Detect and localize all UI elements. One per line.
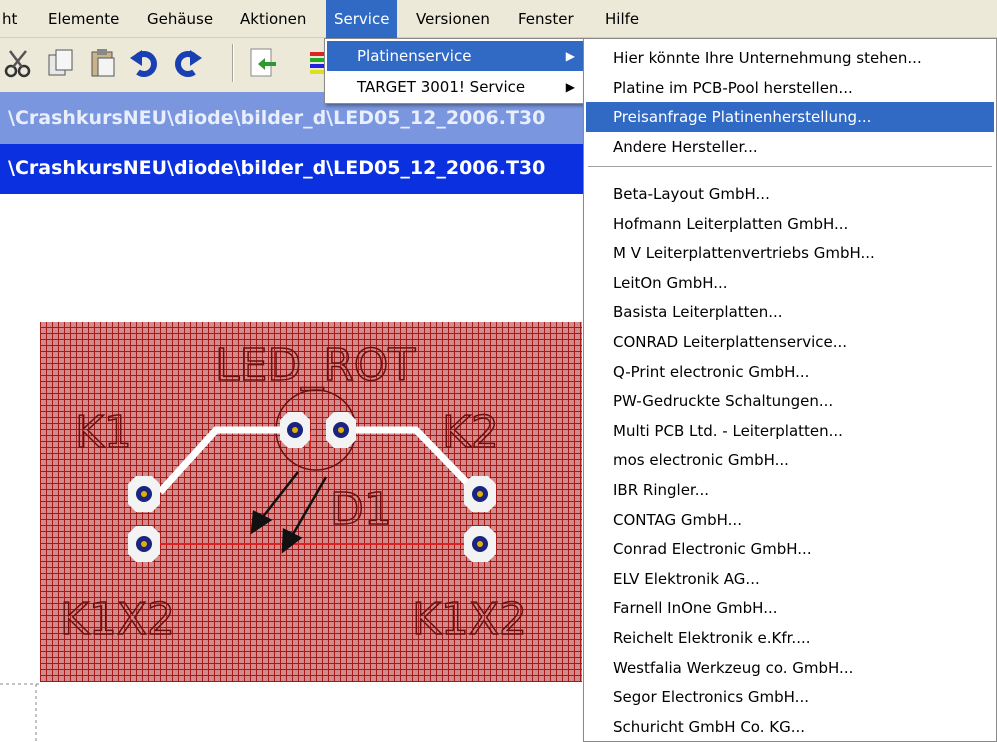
menu-item-manufacturer[interactable]: IBR Ringler... [586,475,994,505]
menu-item-manufacturer[interactable]: Westfalia Werkzeug co. GmbH... [586,653,994,683]
menu-item-manufacturer[interactable]: Basista Leiterplatten... [586,297,994,327]
cut-icon[interactable] [2,46,36,80]
menu-item-manufacturer[interactable]: M V Leiterplattenvertriebs GmbH... [586,238,994,268]
menu-separator [588,166,992,168]
service-menu: Platinenservice ▶ TARGET 3001! Service ▶ [324,38,586,104]
menu-item-manufacturer[interactable]: CONTAG GmbH... [586,505,994,535]
pcb-board[interactable]: LED_ROT K1 K2 D1 K1X2 K1X2 [40,322,582,682]
menu-item-label: TARGET 3001! Service [357,78,526,96]
menu-item-manufacturer[interactable]: Segor Electronics GmbH... [586,682,994,712]
undo-icon[interactable] [128,46,162,80]
menu-item-target-service[interactable]: TARGET 3001! Service ▶ [327,72,583,102]
menu-item-preisanfrage[interactable]: Preisanfrage Platinenherstellung... [586,102,994,132]
menu-hilfe[interactable]: Hilfe [603,0,641,38]
menu-item-manufacturer[interactable]: PW-Gedruckte Schaltungen... [586,386,994,416]
menu-view[interactable]: ht [0,0,19,38]
pad-label-k2: K2 [442,407,499,458]
layers-icon[interactable] [290,46,324,80]
menu-item-manufacturer[interactable]: Multi PCB Ltd. - Leiterplatten... [586,416,994,446]
menubar: ht Elemente Gehäuse Aktionen Service Ver… [0,0,997,38]
pcb-drawing: LED_ROT K1 K2 D1 K1X2 K1X2 [59,339,527,646]
menu-item-hier-koennte[interactable]: Hier könnte Ihre Unternehmung stehen... [586,43,994,73]
copy-icon[interactable] [44,46,78,80]
menu-service[interactable]: Service [326,0,398,38]
menu-item-pcb-pool[interactable]: Platine im PCB-Pool herstellen... [586,73,994,103]
component-value-label: LED_ROT [215,340,415,391]
platinenservice-submenu: Hier könnte Ihre Unternehmung stehen... … [583,38,997,742]
paste-icon[interactable] [86,46,120,80]
led-arrows [250,471,328,554]
submenu-arrow-icon: ▶ [565,49,575,63]
menu-item-manufacturer[interactable]: Hofmann Leiterplatten GmbH... [586,209,994,239]
menu-item-manufacturer[interactable]: Reichelt Elektronik e.Kfr.... [586,623,994,653]
menu-item-label: Platinenservice [357,47,472,65]
toolbar [0,38,330,92]
designator-label-d1: D1 [330,484,392,535]
menu-item-manufacturer[interactable]: Beta-Layout GmbH... [586,179,994,209]
menu-item-manufacturer[interactable]: ELV Elektronik AG... [586,564,994,594]
menu-item-manufacturer[interactable]: LeitOn GmbH... [586,268,994,298]
menu-item-manufacturer[interactable]: Conrad Electronic GmbH... [586,534,994,564]
menu-elemente[interactable]: Elemente [46,0,121,38]
pads [128,412,496,562]
pad-label-k1: K1 [75,407,132,458]
menu-fenster[interactable]: Fenster [516,0,576,38]
menu-gehaeuse[interactable]: Gehäuse [145,0,215,38]
submenu-arrow-icon: ▶ [565,80,575,94]
window-title-active[interactable]: \CrashkursNEU\diode\bilder_d\LED05_12_20… [0,144,590,194]
connector-label-right: K1X2 [412,594,527,645]
menu-aktionen[interactable]: Aktionen [238,0,308,38]
menu-item-andere-hersteller[interactable]: Andere Hersteller... [586,132,994,162]
menu-item-manufacturer[interactable]: Schuricht GmbH Co. KG... [586,712,994,742]
connector-label-left: K1X2 [60,594,175,645]
redo-icon[interactable] [170,46,204,80]
menu-versionen[interactable]: Versionen [414,0,492,38]
menu-item-manufacturer[interactable]: CONRAD Leiterplattenservice... [586,327,994,357]
menu-item-manufacturer[interactable]: Q-Print electronic GmbH... [586,357,994,387]
origin-guides [0,683,40,742]
import-icon[interactable] [246,46,280,80]
menu-item-platinenservice[interactable]: Platinenservice ▶ [327,41,583,71]
toolbar-separator [232,44,234,82]
copper-traces [157,426,479,495]
menu-item-manufacturer[interactable]: Farnell InOne GmbH... [586,593,994,623]
menu-item-manufacturer[interactable]: mos electronic GmbH... [586,445,994,475]
